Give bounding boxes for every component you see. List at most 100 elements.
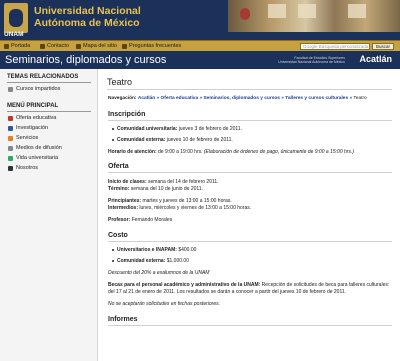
sidebar-heading-related: TEMAS RELACIONADOS [7,74,79,80]
photo-detail [240,8,250,20]
divider [7,111,91,112]
sidebar-item-servicios[interactable]: Servicios [0,133,97,143]
horarios-text: Principiantes: martes y jueves de 13:00 … [108,198,392,211]
mail-icon [40,43,45,49]
divider [107,89,392,90]
acatlan-logo-subtitle: Facultad de Estudios Superiores Universi… [278,56,345,64]
nav-portada-label: Portada [11,43,31,49]
bullet-icon [112,259,114,262]
bullet-icon [8,86,13,92]
home-icon [4,43,9,49]
question-icon [122,43,127,49]
horario-note: (Elaboración de órdenes de pago, únicame… [203,148,354,155]
photo-detail [298,4,316,18]
horario-label: Horario de atención: [108,148,157,155]
divider [108,240,392,242]
sidebar-item-label: Cursos impartidos [16,86,61,92]
nav-mapa-label: Mapa del sitio [83,43,117,49]
servicios-icon [8,135,13,141]
divider [108,172,392,173]
sidebar-item-label: Medios de difusión [16,145,62,151]
fechas-text: Inicio de clases: semana del 14 de febre… [108,179,392,192]
section-heading-inscripcion: Inscripción [108,110,146,118]
intermedios-label: Intermedios: [108,204,139,211]
page-title: Teatro [107,77,133,87]
intermedios-value: lunes, miércoles y viernes de 13:00 a 15… [139,204,252,211]
sidebar-item-medios[interactable]: Medios de difusión [0,143,97,153]
site-header: Universidad Nacional Autónoma de México … [0,0,400,40]
profesor-value: Fernando Morales [131,217,173,223]
list-item-label: Comunidad universitaria: [117,125,178,132]
photo-detail [348,4,366,18]
list-item-label: Universitarios e INAPAM: [117,246,177,253]
list-item-value: $400.00 [178,246,197,253]
profesor-label: Profesor: [108,217,131,223]
list-item: Comunidad externa: jueves 10 de febrero … [112,137,390,143]
sidebar-item-oferta[interactable]: Oferta educativa [0,113,97,123]
list-item: Universitarios e INAPAM: $400.00 [112,247,390,253]
list-item-label: Comunidad externa: [117,136,166,143]
sidebar-item-label: Nosotros [16,165,39,171]
top-nav: Portada Contacto Mapa del sitio Pregunta… [0,40,400,51]
principiantes-label: Principiantes: [108,198,142,204]
divider [108,324,392,326]
bullet-icon [112,127,114,130]
acatlan-logo-subtitle-line2: Universidad Nacional Autónoma de México [278,60,345,64]
list-item-value: jueves 3 de febrero de 2011. [178,125,242,132]
list-item-label: Comunidad externa: [117,257,166,264]
divider [7,82,91,83]
nosotros-icon [8,165,13,171]
sidebar-item-label: Servicios [16,135,39,141]
unam-crest-icon [4,3,28,33]
bullet-icon [112,248,114,251]
sidebar-item-cursos-impartidos[interactable]: Cursos impartidos [0,84,97,94]
sidebar-heading-menu: MENÚ PRINCIPAL [7,103,59,109]
university-name: Universidad Nacional Autónoma de México [34,5,141,29]
section-heading-oferta: Oferta [108,163,129,170]
search-button[interactable]: Buscar [372,42,394,50]
list-item: Comunidad universitaria: jueves 3 de feb… [112,126,390,132]
investigacion-icon [8,125,13,131]
principiantes-value: martes y jueves de 13:00 a 15:00 horas. [142,198,232,204]
descuento-text: Descuento del 20% a exalumnos de la UNAM [108,269,210,276]
sidebar-item-label: Investigación [16,125,49,131]
main-content: Teatro Navegación: Acatlán » Oferta educ… [102,69,396,361]
inicio-label: Inicio de clases: [108,179,147,185]
inicio-value: semana del 14 de febrero 2011. [148,179,219,185]
sidebar-item-label: Oferta educativa [16,115,57,121]
profesor-text: Profesor: Fernando Morales [108,217,392,224]
list-item-value: jueves 10 de febrero de 2011. [166,136,233,143]
search-input[interactable]: Google Búsqueda personalizada [300,42,370,50]
section-title: Seminarios, diplomados y cursos [5,54,167,66]
sidebar-item-investigacion[interactable]: Investigación [0,123,97,133]
header-brand[interactable]: Universidad Nacional Autónoma de México … [0,0,228,40]
breadcrumb-current: Teatro [353,96,367,101]
photo-detail [268,4,286,18]
header-photo [228,0,400,32]
breadcrumb-label: Navegación: [108,96,137,101]
sitemap-icon [76,43,81,49]
section-heading-informes: Informes [108,315,138,323]
list-item-value: $1,000.00 [166,257,189,264]
sidebar-item-vida[interactable]: Vida universitaria [0,153,97,163]
breadcrumb-path[interactable]: Acatlán » Oferta educativa » Seminarios,… [138,96,352,101]
becas-label: Becas para el personal académico y admin… [108,282,261,288]
sidebar-item-label: Vida universitaria [16,155,59,161]
unam-label: UNAM [4,31,24,38]
nav-contacto[interactable]: Contacto [40,43,69,49]
nav-mapa[interactable]: Mapa del sitio [76,43,117,49]
oferta-icon [8,115,13,121]
nav-faq-label: Preguntas frecuentes [129,43,182,49]
acatlan-logo[interactable]: Acatlán [359,54,392,64]
nav-faq[interactable]: Preguntas frecuentes [122,43,181,49]
section-banner: Seminarios, diplomados y cursos Facultad… [0,51,400,69]
becas-text: Becas para el personal académico y admin… [108,282,392,295]
sidebar-item-nosotros[interactable]: Nosotros [0,163,97,173]
horario-text: Horario de atención: de 9:00 a 19:00 hrs… [108,149,392,156]
nav-portada[interactable]: Portada [4,43,30,49]
nav-contacto-label: Contacto [47,43,70,49]
bullet-icon [112,138,114,141]
horario-value: de 9:00 a 19:00 hrs. [158,148,203,155]
sidebar: TEMAS RELACIONADOS Cursos impartidos MEN… [0,69,98,361]
university-name-line2: Autónoma de México [34,17,140,29]
